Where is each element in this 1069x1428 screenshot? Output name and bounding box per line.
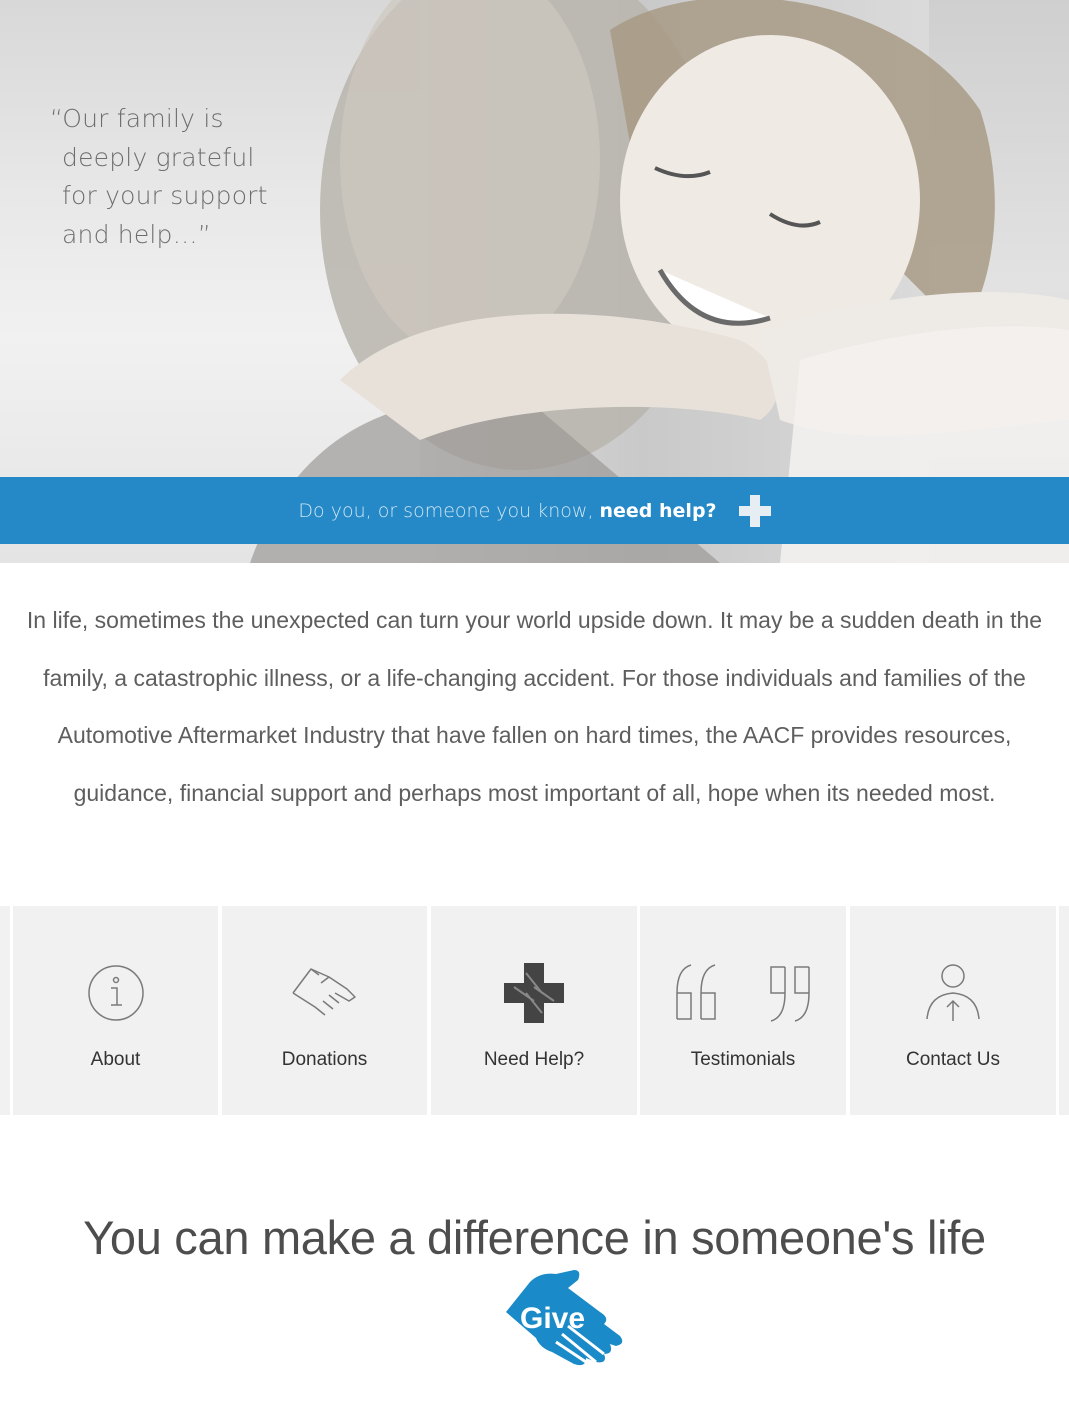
- give-label: Give: [520, 1302, 585, 1335]
- tile-about[interactable]: About: [13, 906, 218, 1115]
- tile-label: Need Help?: [483, 1049, 585, 1070]
- need-help-banner[interactable]: Do you, or someone you know, need help?: [0, 477, 1069, 544]
- tile-label: Contact Us: [906, 1049, 1000, 1070]
- cta-heading: You can make a difference in someone's l…: [83, 1211, 986, 1264]
- intro-paragraph: In life, sometimes the unexpected can tu…: [26, 607, 1043, 806]
- tile-contact-us[interactable]: Contact Us: [850, 906, 1056, 1115]
- quote-line: for your support: [62, 181, 268, 210]
- tile-testimonials[interactable]: Testimonials: [640, 906, 846, 1115]
- hero-banner: “Our family is deeply grateful for your …: [0, 0, 1069, 563]
- quote-line: “Our family is: [50, 104, 224, 133]
- tile-donations[interactable]: Donations: [222, 906, 427, 1115]
- help-bar-lead: Do you, or someone you know,: [298, 499, 594, 522]
- help-bar-link[interactable]: need help?: [600, 500, 717, 522]
- tile-edge-right: [1059, 906, 1069, 1115]
- nav-tiles: About Donations Need Help? Testimonials: [0, 906, 1069, 1115]
- quote-marks-icon: [676, 964, 810, 1022]
- quote-line: deeply grateful: [62, 142, 255, 172]
- person-icon: [926, 964, 980, 1021]
- medical-cross-icon: [504, 963, 564, 1023]
- tile-need-help[interactable]: Need Help?: [431, 906, 637, 1115]
- tile-label: Donations: [281, 1049, 368, 1070]
- tile-label: Testimonials: [690, 1049, 796, 1070]
- handshake-icon: [291, 968, 356, 1016]
- give-hand-logo[interactable]: Give: [500, 1266, 624, 1370]
- quote-line: and help…”: [62, 219, 211, 249]
- testimonial-quote: “Our family is deeply grateful for your …: [50, 100, 310, 254]
- info-icon: [87, 965, 144, 1021]
- tile-label: About: [90, 1049, 141, 1070]
- tile-edge-left: [0, 906, 10, 1115]
- plus-icon[interactable]: [738, 494, 771, 527]
